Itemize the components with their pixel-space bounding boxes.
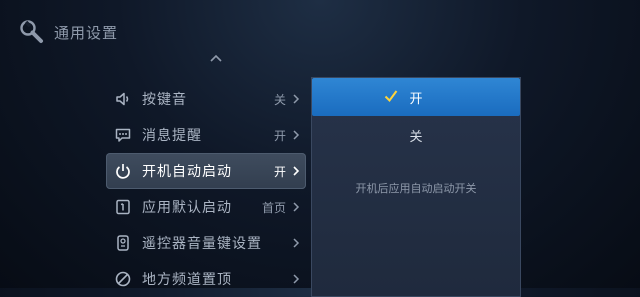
menu-item-value: 开	[273, 164, 286, 179]
speaker-icon	[116, 92, 129, 106]
menu-item-value: 关	[273, 92, 286, 107]
page-header: 通用设置	[18, 16, 118, 48]
menu-item-auto-start[interactable]: 开机自动启动 开	[106, 153, 306, 189]
chevron-right-icon	[293, 274, 300, 284]
menu-item-label: 应用默认启动	[142, 200, 232, 216]
menu-item-local-channel-top[interactable]: 地方频道置顶	[106, 261, 306, 297]
wrench-icon	[20, 20, 43, 43]
app-launch-icon	[116, 199, 130, 215]
menu-item-label: 按键音	[142, 92, 187, 108]
remote-icon	[117, 235, 129, 251]
no-entry-icon	[115, 271, 131, 287]
menu-item-label: 开机自动启动	[142, 164, 232, 180]
menu-item-key-sound[interactable]: 按键音 关	[106, 81, 306, 117]
chevron-right-icon	[293, 202, 300, 212]
option-label: 开	[409, 91, 423, 107]
chevron-right-icon	[293, 238, 300, 248]
chevron-right-icon	[293, 166, 300, 176]
menu-item-value: 开	[273, 128, 286, 143]
page-title: 通用设置	[54, 23, 119, 42]
checkmark-icon	[384, 90, 398, 103]
menu-item-message-reminder[interactable]: 消息提醒 开	[106, 117, 306, 153]
option-label: 关	[409, 129, 423, 145]
option-off[interactable]: 关	[312, 116, 520, 154]
menu-item-remote-volume[interactable]: 遥控器音量键设置	[106, 225, 306, 261]
menu-item-label: 地方频道置顶	[142, 272, 232, 288]
scroll-up-icon[interactable]	[208, 52, 224, 64]
chevron-right-icon	[293, 94, 300, 104]
chevron-right-icon	[293, 130, 300, 140]
menu-item-default-launch[interactable]: 应用默认启动 首页	[106, 189, 306, 225]
option-panel: 开 关 开机后应用自动启动开关	[311, 77, 521, 297]
menu-item-value: 首页	[261, 200, 286, 215]
message-icon	[115, 128, 131, 142]
option-description: 开机后应用自动启动开关	[355, 182, 477, 195]
menu-item-label: 消息提醒	[142, 128, 202, 144]
settings-menu: 按键音 关 消息提醒 开 开机自动启动 开 应用默认启动 首页 遥控器音量键设置…	[106, 81, 306, 297]
power-icon	[116, 164, 130, 179]
option-on[interactable]: 开	[312, 78, 520, 116]
menu-item-label: 遥控器音量键设置	[142, 236, 262, 252]
